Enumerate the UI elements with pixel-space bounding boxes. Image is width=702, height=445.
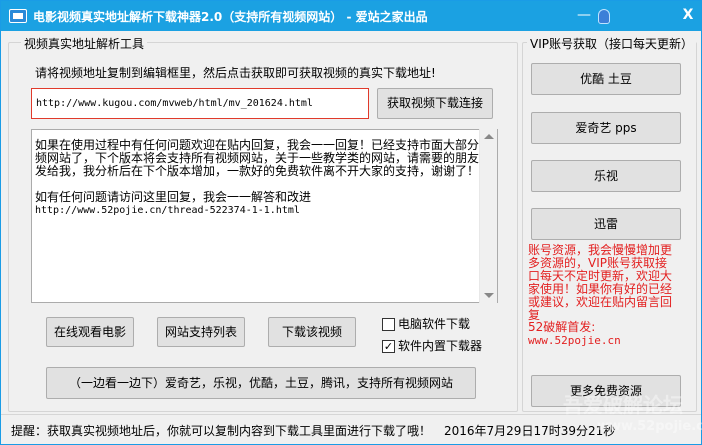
- youku-tudou-button[interactable]: 优酷 土豆: [531, 63, 681, 95]
- app-window: 电影视频真实地址解析下载神器2.0（支持所有视频网站） - 爱站之家出品 — X…: [0, 0, 702, 445]
- status-message: 提醒：获取真实视频地址后，你就可以复制内容到下载工具里面进行下载了哦！: [11, 424, 432, 438]
- close-button[interactable]: X: [677, 6, 699, 26]
- app-icon: [9, 9, 27, 23]
- crack-info: 52破解首发: www.52pojie.cn: [528, 320, 621, 348]
- all-sites-button[interactable]: （一边看一边下）爱奇艺，乐视，优酷，土豆，腾讯，支持所有视频网站: [46, 367, 476, 399]
- fetch-link-button[interactable]: 获取视频下载连接: [377, 88, 493, 119]
- lightbulb-icon[interactable]: [598, 9, 610, 24]
- output-url-line: http://www.52pojie.cn/thread-522374-1-1.…: [35, 205, 300, 216]
- vip-account-legend: VIP账号获取（接口每天更新）: [527, 35, 696, 52]
- checkmark-icon[interactable]: ✓: [382, 340, 395, 353]
- site-list-button[interactable]: 网站支持列表: [157, 317, 245, 347]
- output-paragraph: 如果在使用过程中有任何问题欢迎在贴内回复，我会一一回复！已经支持市面大部分的视频…: [35, 138, 498, 178]
- watch-online-button[interactable]: 在线观看电影: [46, 317, 134, 347]
- iqiyi-pps-button[interactable]: 爱奇艺 pps: [531, 112, 681, 144]
- crack-url[interactable]: www.52pojie.cn: [528, 334, 621, 348]
- output-question-line: 如有任何问题请访问这里回复，我会一一解答和改进: [35, 190, 312, 204]
- checkbox-box[interactable]: [382, 318, 395, 331]
- minimize-button[interactable]: —: [573, 6, 595, 26]
- checkbox-label: 软件内置下载器: [398, 339, 483, 353]
- forum-watermark: 吾爱破解论坛 www.52pojie.cn: [527, 389, 702, 445]
- crack-label: 52破解首发:: [528, 320, 596, 334]
- scroll-up-icon[interactable]: [484, 134, 494, 139]
- checkbox-label: 电脑软件下载: [398, 317, 471, 331]
- pc-software-checkbox[interactable]: 电脑软件下载: [382, 315, 470, 332]
- builtin-downloader-checkbox[interactable]: ✓ 软件内置下载器: [382, 337, 482, 354]
- download-video-button[interactable]: 下载该视频: [268, 317, 356, 347]
- instruction-text: 请将视频地址复制到编辑框里，然后点击获取即可获取视频的真实下载地址!: [35, 66, 436, 80]
- output-textarea[interactable]: 如果在使用过程中有任何问题欢迎在贴内回复，我会一一回复！已经支持市面大部分的视频…: [31, 129, 498, 303]
- scroll-down-icon[interactable]: [484, 293, 494, 298]
- xunlei-button[interactable]: 迅雷: [531, 208, 681, 240]
- letv-button[interactable]: 乐视: [531, 160, 681, 192]
- watermark-title: 吾爱破解论坛: [563, 393, 683, 417]
- video-url-input[interactable]: http://www.kugou.com/mvweb/html/mv_20162…: [31, 88, 369, 119]
- watermark-url: www.52pojie.cn: [597, 419, 702, 434]
- account-notice-text: 账号资源，我会慢慢增加更多资源的，VIP账号获取接口每天不定时更新，欢迎大家使用…: [528, 243, 673, 322]
- parse-tool-legend: 视频真实地址解析工具: [21, 35, 148, 52]
- title-bar: 电影视频真实地址解析下载神器2.0（支持所有视频网站） - 爱站之家出品 — X: [1, 1, 701, 31]
- output-text-body: 如果在使用过程中有任何问题欢迎在贴内回复，我会一一回复！已经支持市面大部分的视频…: [35, 138, 498, 217]
- window-title: 电影视频真实地址解析下载神器2.0（支持所有视频网站） - 爱站之家出品: [33, 10, 428, 24]
- output-scrollbar[interactable]: [479, 129, 497, 303]
